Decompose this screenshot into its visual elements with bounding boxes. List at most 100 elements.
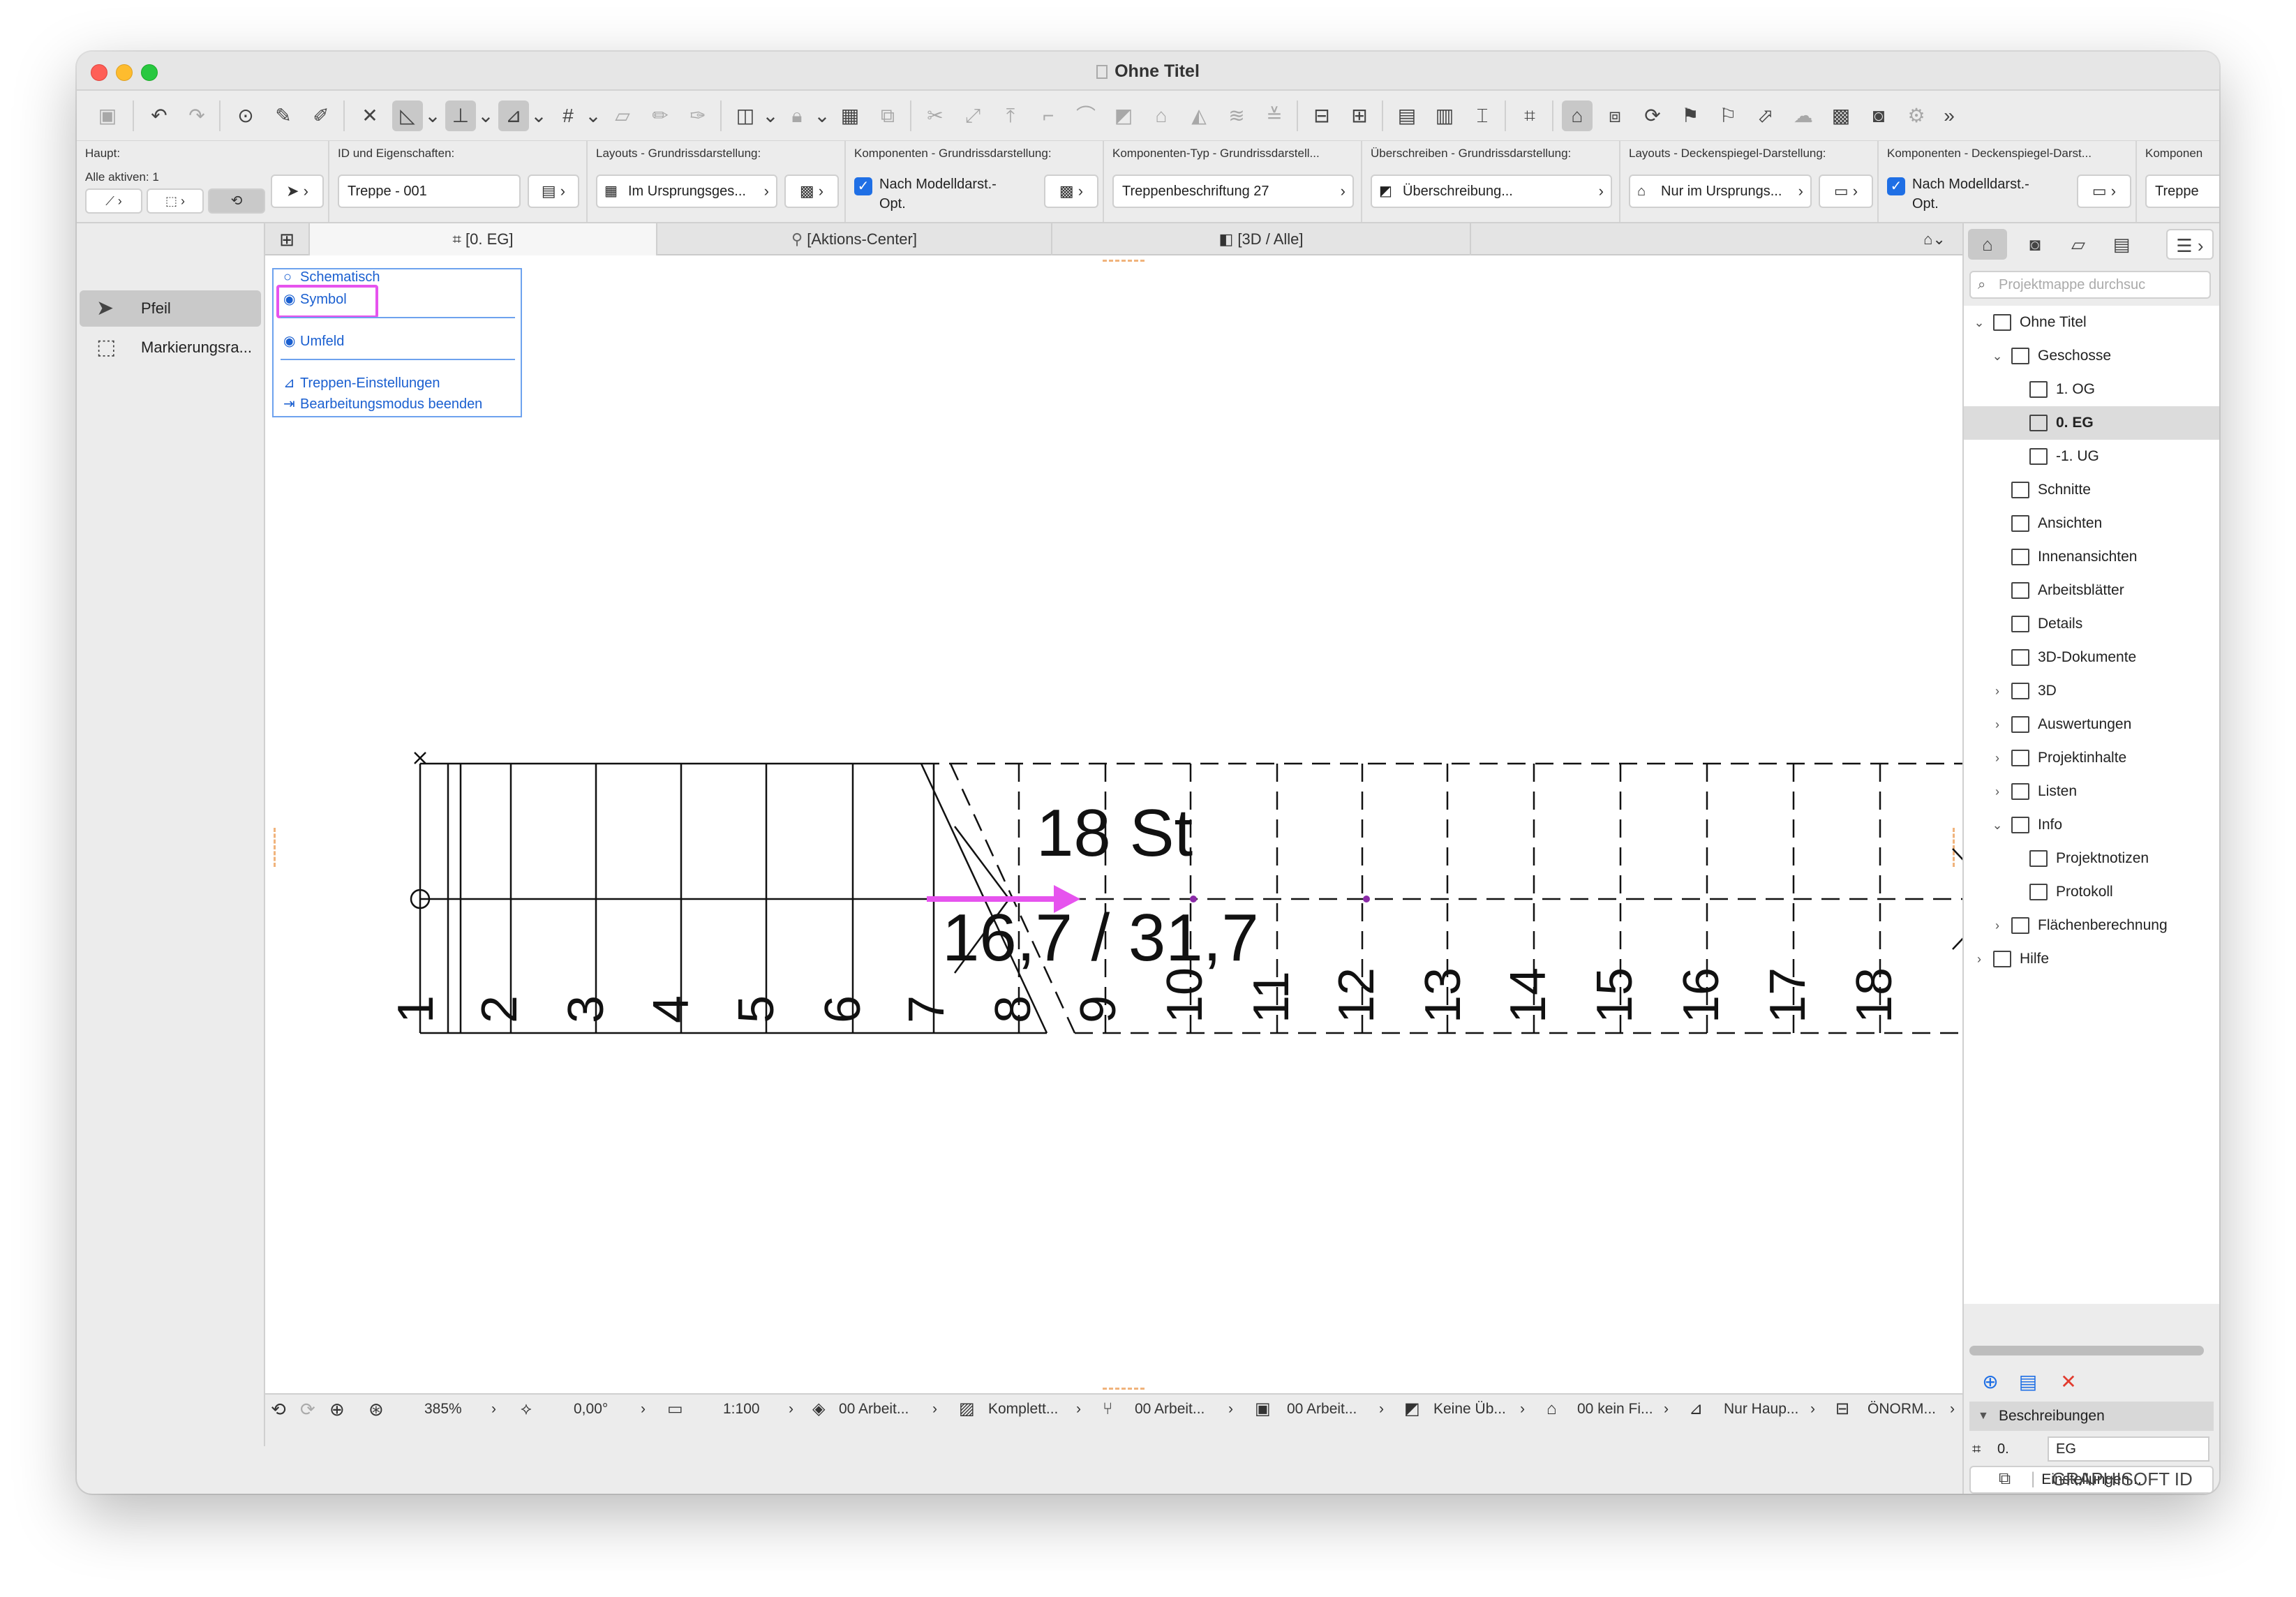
norm-value[interactable]: ÖNORM... bbox=[1868, 1395, 1936, 1424]
navigator-menu-button[interactable]: ☰ › bbox=[2166, 229, 2214, 260]
tab-overview-button[interactable]: ⊞ bbox=[265, 223, 310, 255]
navigator-scrollbar[interactable] bbox=[1969, 1346, 2204, 1355]
view-options-button[interactable]: ⌂⌄ bbox=[1907, 223, 1962, 255]
tree-item[interactable]: Arbeitsblätter bbox=[1964, 574, 2219, 607]
plugin-icon[interactable]: ⚙ bbox=[1901, 101, 1932, 131]
cloud-icon[interactable]: ☁ bbox=[1788, 101, 1819, 131]
calendar-icon[interactable]: ▦ bbox=[835, 101, 865, 131]
syringe-icon[interactable]: ✐ bbox=[306, 101, 336, 131]
chevron-down-icon[interactable]: ⌄ bbox=[477, 101, 494, 131]
id-field[interactable]: Treppe - 001 bbox=[338, 174, 521, 208]
tree-item[interactable]: 1. OG bbox=[1964, 373, 2219, 406]
snap-icon[interactable]: ✕ bbox=[355, 101, 385, 131]
cut-icon[interactable]: ✂ bbox=[920, 101, 951, 131]
3d-view-icon[interactable]: ⟳ bbox=[1637, 101, 1668, 131]
zoom-in-icon[interactable]: ⊕ bbox=[329, 1395, 345, 1424]
chevron-right-icon[interactable]: › bbox=[1990, 674, 2004, 708]
adjust-icon[interactable]: ⤢ bbox=[957, 101, 988, 131]
layout-icon[interactable]: ▩ bbox=[1826, 101, 1856, 131]
renovation-value[interactable]: 00 kein Fi... bbox=[1577, 1395, 1653, 1424]
tree-item[interactable]: ⌄ Geschosse bbox=[1964, 339, 2219, 373]
guide-lines-icon[interactable]: ◺ bbox=[392, 101, 423, 131]
trace-icon[interactable]: ⊙ bbox=[230, 101, 261, 131]
publish-icon[interactable]: ⬀ bbox=[1750, 101, 1781, 131]
elevate-icon[interactable]: ⤒ bbox=[995, 101, 1026, 131]
pen-set-value[interactable]: 00 Arbeit... bbox=[1135, 1395, 1205, 1424]
chevron-right-icon[interactable]: › bbox=[1990, 708, 2004, 741]
mirror-icon[interactable]: ◭ bbox=[1184, 101, 1214, 131]
tab-aktions-center[interactable]: ⚲ [Aktions-Center] bbox=[657, 223, 1052, 255]
chevron-right-icon[interactable]: › bbox=[491, 1395, 496, 1424]
layer-combo-value[interactable]: 00 Arbeit... bbox=[839, 1395, 909, 1424]
eyedropper-icon[interactable]: ✎ bbox=[268, 101, 299, 131]
add-icon[interactable]: ⊕ bbox=[1976, 1368, 2004, 1396]
properties-button[interactable]: ▤ › bbox=[528, 174, 579, 208]
tree-item[interactable]: › 3D bbox=[1964, 674, 2219, 708]
angle-value[interactable]: 0,00° bbox=[574, 1395, 608, 1424]
stair-drawing[interactable]: 1 2 3 4 5 6 7 8 9 10 11 12 13 14 15 16 17 18 18 St 16,7 /… bbox=[265, 255, 1962, 1393]
split-icon[interactable]: ◩ bbox=[1108, 101, 1139, 131]
komponenten-decke-checkbox[interactable]: ✓ bbox=[1887, 177, 1905, 195]
tree-item[interactable]: -1. UG bbox=[1964, 440, 2219, 473]
zoom-value[interactable]: 385% bbox=[424, 1395, 462, 1424]
chevron-right-icon[interactable]: › bbox=[1076, 1395, 1081, 1424]
chevron-down-icon[interactable]: ⌄ bbox=[1972, 306, 1986, 339]
tree-item[interactable]: Ansichten bbox=[1964, 507, 2219, 540]
properties-icon[interactable]: ▤ bbox=[2014, 1368, 2042, 1396]
graphisoft-id-link[interactable]: GRAPHISOFT ID bbox=[2052, 1464, 2193, 1494]
beam-icon[interactable]: ⌶ bbox=[1467, 101, 1498, 131]
tool-markierungsrahmen[interactable]: ⬚ Markierungsra... bbox=[80, 329, 261, 366]
view-map-tab-icon[interactable]: ◙ bbox=[2015, 229, 2055, 260]
tab-floor-eg[interactable]: ⌗ [0. EG] bbox=[310, 223, 657, 255]
dimension-value[interactable]: Nur Haup... bbox=[1724, 1395, 1798, 1424]
redo-icon[interactable]: ↷ bbox=[181, 101, 212, 131]
chevron-right-icon[interactable]: › bbox=[1990, 741, 2004, 775]
ueberschreiben-dropdown[interactable]: ◩ Überschreibung... › bbox=[1371, 174, 1612, 208]
floor-plan-view-icon[interactable]: ⌂ bbox=[1562, 101, 1593, 131]
snap-guides-icon[interactable]: ⊥ bbox=[445, 101, 476, 131]
edit-node[interactable] bbox=[1190, 896, 1197, 903]
windows-icon[interactable]: ⧉ bbox=[1999, 1464, 2011, 1494]
layouts-grundriss-dropdown[interactable]: ▦ Im Ursprungsges... › bbox=[596, 174, 777, 208]
chevron-down-icon[interactable]: ⌄ bbox=[530, 101, 547, 131]
structure-value[interactable]: Komplett... bbox=[988, 1395, 1058, 1424]
slab-icon[interactable]: ▤ bbox=[1392, 101, 1422, 131]
tree-item[interactable]: 0. EG bbox=[1964, 406, 2219, 440]
level-dimension-icon[interactable]: ⊞ bbox=[1344, 101, 1375, 131]
chevron-right-icon[interactable]: › bbox=[1379, 1395, 1384, 1424]
tool-pfeil[interactable]: ➤ Pfeil bbox=[80, 290, 261, 327]
overflow-icon[interactable]: » bbox=[1939, 101, 1960, 131]
align-icon[interactable]: ≚ bbox=[1259, 101, 1290, 131]
plane-icon[interactable]: ▱ bbox=[607, 101, 638, 131]
hatch-icon[interactable]: ▥ bbox=[1429, 101, 1460, 131]
tree-item[interactable]: Innenansichten bbox=[1964, 540, 2219, 574]
curve-icon[interactable]: ⌒ bbox=[1071, 101, 1101, 131]
chevron-right-icon[interactable]: › bbox=[789, 1395, 793, 1424]
tree-item[interactable]: › Listen bbox=[1964, 775, 2219, 808]
delete-icon[interactable]: ✕ bbox=[2055, 1368, 2082, 1396]
chevron-right-icon[interactable]: › bbox=[1664, 1395, 1669, 1424]
chevron-right-icon[interactable]: › bbox=[1810, 1395, 1815, 1424]
komponen-cut-field[interactable]: Treppe bbox=[2145, 174, 2219, 208]
chevron-right-icon[interactable]: › bbox=[1972, 942, 1986, 976]
tree-item[interactable]: › Flächenberechnung bbox=[1964, 909, 2219, 942]
tag-icon[interactable]: ⌗ bbox=[1514, 101, 1545, 131]
layout-display-button[interactable]: ▩ › bbox=[784, 174, 839, 208]
model-view-value[interactable]: 00 Arbeit... bbox=[1287, 1395, 1357, 1424]
komponenten-grundriss-checkbox[interactable]: ✓ bbox=[854, 177, 872, 195]
override-value[interactable]: Keine Üb... bbox=[1433, 1395, 1506, 1424]
section-view-icon[interactable]: ⧈ bbox=[1600, 101, 1630, 131]
zoom-fit-icon[interactable]: ⊛ bbox=[368, 1395, 384, 1424]
scale-value[interactable]: 1:100 bbox=[723, 1395, 760, 1424]
layouts-decke-dropdown[interactable]: ⌂ Nur im Ursprungs... › bbox=[1629, 174, 1812, 208]
chevron-right-icon[interactable]: › bbox=[641, 1395, 646, 1424]
tree-item[interactable]: Projektnotizen bbox=[1964, 842, 2219, 875]
report-icon[interactable]: ⚐ bbox=[1713, 101, 1743, 131]
ceiling-component-button[interactable]: ▭ › bbox=[2077, 174, 2131, 208]
chevron-right-icon[interactable]: › bbox=[1990, 909, 2004, 942]
chevron-down-icon[interactable]: ⌄ bbox=[424, 101, 441, 131]
tree-item[interactable]: › Hilfe bbox=[1964, 942, 2219, 976]
tree-item[interactable]: ⌄ Ohne Titel bbox=[1964, 306, 2219, 339]
rotate-view-icon[interactable]: ⟲ bbox=[271, 1395, 286, 1424]
drawing-canvas[interactable]: ○ Schematisch ◉ Symbol ◉ Umfeld ⊿ Treppen-Ei… bbox=[265, 255, 1962, 1393]
